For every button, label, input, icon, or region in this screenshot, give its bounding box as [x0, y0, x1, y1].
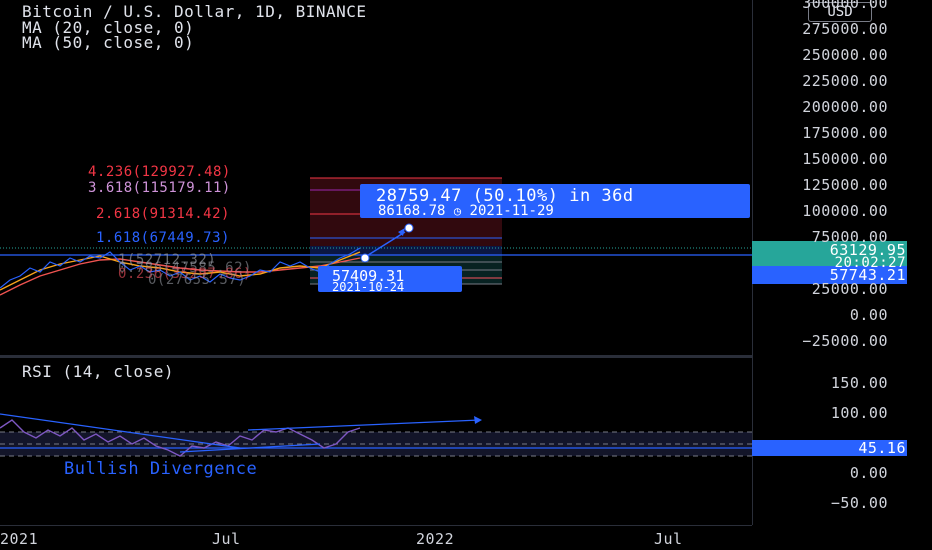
price-axis-label: 300000.00 [802, 0, 888, 12]
ma-value-badge: 57743.21 [829, 266, 906, 284]
fib-label-4236: 4.236(129927.48) [88, 164, 231, 180]
time-axis-label: Jul [212, 530, 241, 548]
price-axis-label: 100000.00 [802, 202, 888, 220]
projection-target-price: 86168.78 [378, 203, 446, 219]
rsi-trendline-arrowhead [474, 416, 482, 424]
time-axis-label: 2021 [0, 530, 39, 548]
price-axis-label: 225000.00 [802, 72, 888, 90]
fib-label-0: 0(27655.57) [148, 272, 247, 288]
rsi-axis-label: −50.00 [830, 494, 888, 512]
price-axis-label: 175000.00 [802, 124, 888, 142]
price-axis-label: 200000.00 [802, 98, 888, 116]
price-axis-label: 0.00 [849, 306, 888, 324]
rsi-annotation[interactable]: Bullish Divergence [64, 459, 257, 479]
projection-start-point [360, 253, 370, 263]
price-axis-label: 250000.00 [802, 46, 888, 64]
rsi-trendline-up [247, 419, 481, 431]
pane-divider [0, 355, 752, 358]
fib-label-1618: 1.618(67449.73) [96, 230, 230, 246]
projection-target-label: 86168.78 ◷ 2021-11-29 [378, 203, 554, 219]
rsi-axis-label: 0.00 [849, 464, 888, 482]
price-axis-label: 150000.00 [802, 150, 888, 168]
clock-icon: ◷ [453, 204, 462, 218]
rsi-value-badge: 45.16 [858, 439, 906, 457]
projection-end-point [404, 223, 414, 233]
time-axis-label: 2022 [416, 530, 455, 548]
rsi-title[interactable]: RSI (14, close) [22, 364, 174, 380]
price-axis-label: 275000.00 [802, 20, 888, 38]
projection-target-date: 2021-11-29 [469, 203, 554, 219]
rsi-axis-label: 100.00 [830, 404, 888, 422]
price-axis-label: 125000.00 [802, 176, 888, 194]
price-axis-label: −25000.00 [802, 332, 888, 350]
time-axis-separator [0, 525, 752, 526]
rsi-axis-label: 150.00 [830, 374, 888, 392]
time-axis-label: Jul [654, 530, 683, 548]
projection-start-date: 2021-10-24 [332, 280, 405, 294]
fib-label-2618: 2.618(91314.42) [96, 206, 230, 222]
fib-label-3618: 3.618(115179.11) [88, 180, 231, 196]
ma50-legend[interactable]: MA (50, close, 0) [22, 35, 194, 51]
